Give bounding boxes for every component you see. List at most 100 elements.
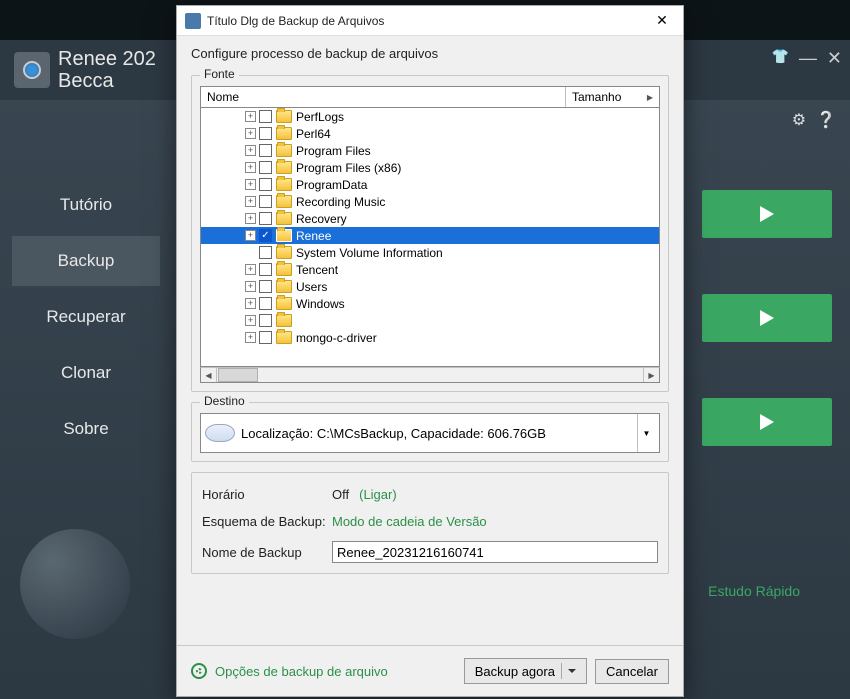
tree-checkbox[interactable] [259,195,272,208]
expander-icon[interactable]: + [245,264,256,275]
tree-row[interactable]: + [201,312,659,329]
dialog-footer: Opções de backup de arquivo Backup agora… [177,645,683,696]
folder-icon [276,110,292,123]
tree-row[interactable]: + Program Files [201,142,659,159]
source-group: Fonte Nome Tamanho ▶ +PerfLogs+Perl64+Pr… [191,75,669,392]
tree-item-label: Recording Music [296,195,385,209]
expander-icon[interactable]: + [245,281,256,292]
tree-row[interactable]: System Volume Information [201,244,659,261]
tree-checkbox[interactable] [259,110,272,123]
scroll-left-button[interactable]: ◀ [201,368,217,382]
tree-item-label: Recovery [296,212,347,226]
tree-row[interactable]: + Tencent [201,261,659,278]
options-gear-icon [191,663,207,679]
expander-icon[interactable]: + [245,332,256,343]
scroll-right-button[interactable]: ▶ [643,368,659,382]
tree-row[interactable]: + Recording Music [201,193,659,210]
tree-checkbox[interactable] [259,161,272,174]
help-icon[interactable]: ❔ [816,110,836,130]
backup-name-input[interactable] [332,541,658,563]
tree-row[interactable]: +Renee [201,227,659,244]
folder-icon [276,127,292,140]
tree-checkbox[interactable] [259,127,272,140]
tree-checkbox[interactable] [259,178,272,191]
tree-row[interactable]: +Windows [201,295,659,312]
tree-item-label: ProgramData [296,178,367,192]
tree-row[interactable]: + mongo-c-driver [201,329,659,346]
scroll-thumb[interactable] [218,368,258,382]
tree-item-label: Tencent [296,263,338,277]
folder-icon [276,178,292,191]
expander-icon[interactable]: + [245,128,256,139]
app-logo [14,52,50,88]
tree-checkbox[interactable] [259,314,272,327]
tree-row[interactable]: +PerfLogs [201,108,659,125]
split-divider [561,663,562,679]
expander-icon[interactable]: + [245,145,256,156]
close-icon[interactable]: ✕ [827,48,842,69]
dialog-titlebar[interactable]: Título Dlg de Backup de Arquivos ✕ [177,6,683,36]
destination-dropdown-arrow[interactable]: ▼ [637,414,655,452]
bg-action-button-1[interactable] [702,190,832,238]
esquema-value-link[interactable]: Modo de cadeia de Versão [332,514,487,529]
destination-group-label: Destino [200,394,249,408]
expander-icon[interactable]: + [245,298,256,309]
minimize-icon[interactable]: — [799,48,817,69]
dialog-close-button[interactable]: ✕ [647,10,677,32]
sidebar-item-clone[interactable]: Clonar [12,348,160,398]
tree-item-label: mongo-c-driver [296,331,377,345]
sidebar-item-recover[interactable]: Recuperar [12,292,160,342]
dialog-title: Título Dlg de Backup de Arquivos [207,14,647,28]
tree-checkbox[interactable] [259,297,272,310]
tree-row[interactable]: + Users [201,278,659,295]
tree-item-label: Perl64 [296,127,331,141]
sidebar-item-tutorial[interactable]: Tutório [12,180,160,230]
tshirt-icon[interactable]: 👕 [771,48,788,69]
horario-toggle-link[interactable]: (Ligar) [359,487,397,502]
tree-header: Nome Tamanho ▶ [200,86,660,107]
tree-row[interactable]: + ProgramData [201,176,659,193]
sidebar-item-backup[interactable]: Backup [12,236,160,286]
expander-icon[interactable]: + [245,162,256,173]
folder-icon [276,314,292,327]
bg-action-button-3[interactable] [702,398,832,446]
tree-row[interactable]: + Perl64 [201,125,659,142]
bg-action-button-2[interactable] [702,294,832,342]
bg-header-icons: ⚙ ❔ [792,110,836,130]
folder-icon [276,280,292,293]
tree-checkbox[interactable] [259,212,272,225]
backup-options-link[interactable]: Opções de backup de arquivo [215,664,456,679]
expander-icon[interactable]: + [245,213,256,224]
quick-study-link[interactable]: Estudo Rápido [708,583,800,599]
expander-icon[interactable]: + [245,111,256,122]
tree-checkbox[interactable] [259,280,272,293]
expander-icon[interactable]: + [245,179,256,190]
column-header-size[interactable]: Tamanho ▶ [566,87,659,107]
tree-body[interactable]: +PerfLogs+Perl64+Program Files+Program F… [200,107,660,367]
tree-checkbox[interactable] [259,246,272,259]
tree-checkbox[interactable] [259,331,272,344]
tree-row[interactable]: + Program Files (x86) [201,159,659,176]
destination-group: Destino Localização: C:\MCsBackup, Capac… [191,402,669,462]
expander-icon[interactable]: + [245,315,256,326]
sidebar-item-about[interactable]: Sobre [12,404,160,454]
tree-checkbox[interactable] [259,144,272,157]
tree-item-label: Program Files (x86) [296,161,401,175]
expander-icon[interactable]: + [245,230,256,241]
expander-icon[interactable]: + [245,196,256,207]
tree-checkbox[interactable] [259,263,272,276]
cancel-button[interactable]: Cancelar [595,659,669,684]
backup-now-button[interactable]: Backup agora [464,658,587,684]
tree-row[interactable]: + Recovery [201,210,659,227]
horizontal-scrollbar[interactable]: ◀ ▶ [200,367,660,383]
sort-arrow-icon: ▶ [647,93,653,102]
column-header-name[interactable]: Nome [201,87,566,107]
tree-checkbox[interactable] [259,229,272,242]
bg-sidebar: Tutório Backup Recuperar Clonar Sobre [12,180,160,460]
schedule-row-horario: Horário Off (Ligar) [202,487,658,502]
destination-select[interactable]: Localização: C:\MCsBackup, Capacidade: 6… [200,413,660,453]
tree-item-label: Program Files [296,144,371,158]
tree-item-label: Users [296,280,327,294]
horario-label: Horário [202,487,332,502]
gear-icon[interactable]: ⚙ [792,110,806,130]
